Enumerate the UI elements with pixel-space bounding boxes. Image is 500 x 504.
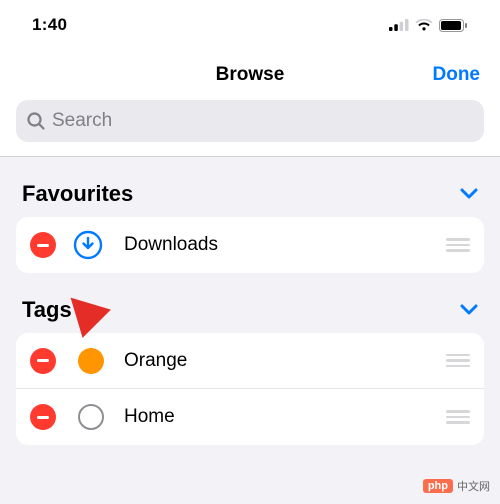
status-bar: 1:40 <box>0 0 500 50</box>
minus-icon <box>37 416 49 419</box>
downloads-icon <box>72 229 104 261</box>
watermark-logo: php <box>423 479 453 493</box>
chevron-down-icon <box>460 188 478 200</box>
remove-button[interactable] <box>30 232 56 258</box>
tags-list: Orange Home <box>16 333 484 445</box>
section-header-favourites[interactable]: Favourites <box>16 157 484 217</box>
nav-bar: Browse Done <box>0 50 500 100</box>
cellular-icon <box>389 19 409 31</box>
list-item[interactable]: Downloads <box>16 217 484 273</box>
tags-title: Tags <box>22 297 72 323</box>
item-label: Orange <box>124 350 430 372</box>
search-container: Search <box>0 100 500 157</box>
drag-handle-icon[interactable] <box>446 410 470 424</box>
minus-icon <box>37 359 49 362</box>
chevron-down-icon <box>460 304 478 316</box>
status-indicators <box>389 19 468 32</box>
tag-color-dot <box>78 348 104 374</box>
tag-color-ring <box>78 404 104 430</box>
list-item[interactable]: Orange <box>16 333 484 389</box>
status-time: 1:40 <box>32 15 67 35</box>
favourites-list: Downloads <box>16 217 484 273</box>
watermark-text: 中文网 <box>457 478 490 494</box>
page-title: Browse <box>216 64 285 86</box>
list-item[interactable]: Home <box>16 389 484 445</box>
watermark: php 中文网 <box>423 478 490 494</box>
drag-handle-icon[interactable] <box>446 354 470 368</box>
remove-button[interactable] <box>30 348 56 374</box>
search-icon <box>26 111 46 131</box>
drag-handle-icon[interactable] <box>446 238 470 252</box>
search-placeholder: Search <box>52 110 112 132</box>
done-button[interactable]: Done <box>433 64 481 86</box>
item-label: Downloads <box>124 234 430 256</box>
item-label: Home <box>124 406 430 428</box>
section-header-tags[interactable]: Tags <box>16 273 484 333</box>
favourites-title: Favourites <box>22 181 133 207</box>
wifi-icon <box>415 19 433 32</box>
minus-icon <box>37 244 49 247</box>
battery-icon <box>439 19 468 32</box>
remove-button[interactable] <box>30 404 56 430</box>
search-input[interactable]: Search <box>16 100 484 142</box>
